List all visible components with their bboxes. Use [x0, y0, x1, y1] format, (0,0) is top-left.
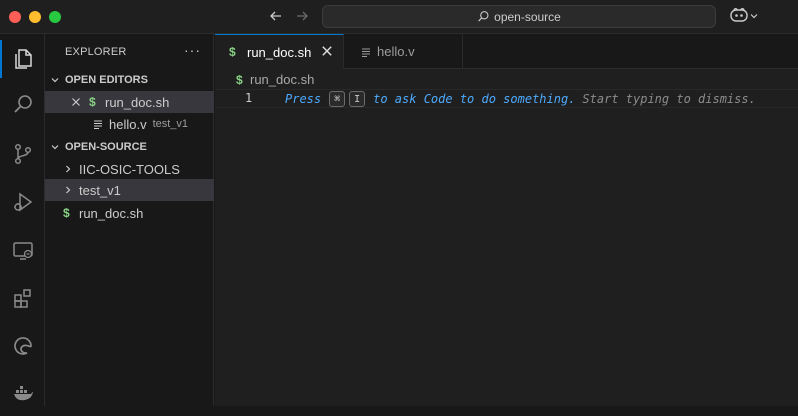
- chevron-right-icon: [63, 164, 79, 174]
- activity-bar: [0, 34, 45, 406]
- file-label: hello.v: [109, 116, 147, 132]
- edge-devtools-icon[interactable]: [0, 323, 45, 369]
- hint-dismiss: Start typing to dismiss.: [582, 92, 756, 106]
- command-center-label: open-source: [494, 9, 561, 24]
- editor-pane[interactable]: $ run_doc.sh 1 Press ⌘ I to ask Code to …: [215, 69, 798, 406]
- workspace-section[interactable]: OPEN-SOURCE: [45, 136, 214, 158]
- key-cmd: ⌘: [329, 91, 346, 107]
- back-arrow-icon[interactable]: [265, 5, 287, 27]
- text-file-icon: [361, 47, 375, 57]
- section-label: OPEN EDITORS: [65, 74, 148, 86]
- search-icon[interactable]: [0, 82, 45, 128]
- hint-ask: to ask Code to do something.: [373, 92, 576, 106]
- line-number: 1: [245, 91, 253, 105]
- hint-press: Press: [285, 92, 322, 106]
- folder-item-test-v1[interactable]: test_v1: [45, 179, 214, 201]
- tab-label: hello.v: [377, 44, 415, 59]
- explorer-sidebar: EXPLORER ··· OPEN EDITORS $ run_doc.sh h…: [45, 34, 214, 406]
- folder-label: test_v1: [79, 182, 121, 198]
- close-icon[interactable]: [321, 45, 333, 60]
- chevron-down-icon: [749, 8, 759, 26]
- docker-icon[interactable]: [0, 370, 45, 416]
- file-item-run-doc[interactable]: $ run_doc.sh: [45, 202, 214, 224]
- chevron-down-icon: [45, 142, 65, 152]
- open-editor-item-run-doc[interactable]: $ run_doc.sh: [45, 91, 214, 113]
- extensions-icon[interactable]: [0, 275, 45, 321]
- section-label: OPEN-SOURCE: [65, 141, 147, 153]
- open-editors-section[interactable]: OPEN EDITORS: [45, 69, 214, 91]
- sidebar-title: EXPLORER: [65, 46, 127, 58]
- folder-label: IIC-OSIC-TOOLS: [79, 161, 180, 177]
- source-control-icon[interactable]: [0, 131, 45, 177]
- file-folder-desc: test_v1: [152, 118, 189, 130]
- more-actions-button[interactable]: ···: [184, 42, 201, 58]
- tab-run-doc[interactable]: $ run_doc.sh: [215, 34, 344, 69]
- breadcrumb-file[interactable]: run_doc.sh: [250, 72, 314, 87]
- copilot-menu-button[interactable]: [729, 7, 763, 27]
- file-label: run_doc.sh: [105, 94, 170, 110]
- explorer-icon[interactable]: [0, 36, 45, 82]
- current-line[interactable]: 1 Press ⌘ I to ask Code to do something.…: [215, 89, 798, 108]
- folder-item-iic-osic-tools[interactable]: IIC-OSIC-TOOLS: [45, 158, 214, 180]
- tab-hello[interactable]: hello.v: [345, 34, 463, 69]
- key-i: I: [349, 91, 366, 107]
- maximize-window-button[interactable]: [49, 11, 61, 23]
- close-icon[interactable]: [71, 97, 89, 107]
- chevron-down-icon: [45, 75, 65, 85]
- shell-file-icon: $: [63, 206, 70, 220]
- run-debug-icon[interactable]: [0, 179, 45, 225]
- shell-file-icon: $: [236, 72, 243, 87]
- close-window-button[interactable]: [9, 11, 21, 23]
- forward-arrow-icon[interactable]: [291, 5, 313, 27]
- open-editor-item-hello[interactable]: hello.v test_v1: [45, 113, 214, 135]
- shell-file-icon: $: [89, 95, 96, 109]
- command-center-search[interactable]: open-source: [322, 5, 716, 28]
- minimize-window-button[interactable]: [29, 11, 41, 23]
- editor-tab-bar: $ run_doc.sh hello.v: [215, 34, 798, 69]
- title-bar: open-source: [0, 0, 798, 34]
- text-file-icon: [93, 119, 107, 129]
- chevron-right-icon: [63, 185, 79, 195]
- breadcrumb[interactable]: $ run_doc.sh: [236, 72, 314, 87]
- file-label: run_doc.sh: [79, 205, 144, 221]
- copilot-icon: [729, 6, 749, 29]
- shell-file-icon: $: [229, 45, 236, 59]
- inline-chat-hint: Press ⌘ I to ask Code to do something. S…: [285, 91, 756, 107]
- tab-label: run_doc.sh: [247, 44, 312, 60]
- remote-explorer-icon[interactable]: [0, 228, 45, 274]
- search-icon: [477, 10, 490, 23]
